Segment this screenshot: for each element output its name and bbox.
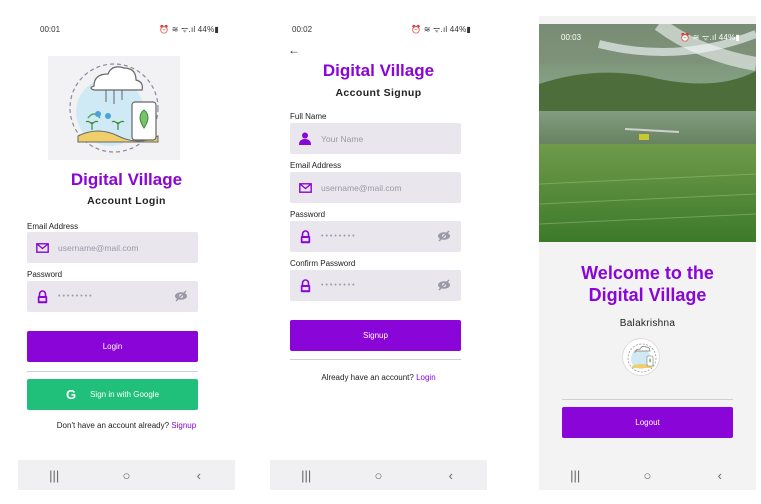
confirm-password-value: •••••••• — [321, 282, 357, 289]
email-field[interactable]: username@mail.com — [290, 172, 461, 203]
google-signin-label: Sign in with Google — [90, 390, 160, 399]
email-field[interactable]: username@mail.com — [27, 232, 198, 263]
android-nav-bar: ||| ○ ‹ — [18, 460, 235, 490]
mail-icon — [35, 241, 49, 255]
logout-button[interactable]: Logout — [562, 407, 733, 438]
status-icons: ⏰ ≋ ᯤ.ıl 44%▮ — [159, 24, 219, 34]
google-g-icon: G — [65, 387, 77, 402]
recents-button[interactable]: ||| — [555, 468, 595, 483]
farm-field-image — [539, 24, 756, 242]
lock-icon — [298, 229, 312, 244]
login-prompt: Already have an account? Login — [270, 373, 487, 382]
mail-icon — [298, 181, 312, 195]
status-icons: ⏰ ≋ ᯤ.ıl 44%▮ — [411, 24, 471, 34]
visibility-off-icon[interactable] — [437, 230, 451, 244]
password-field[interactable]: •••••••• — [27, 281, 198, 312]
signup-prompt: Don't have an account already? Signup — [18, 421, 235, 430]
login-prompt-text: Already have an account? — [321, 373, 414, 382]
back-button[interactable]: ‹ — [431, 468, 471, 483]
back-button[interactable]: ‹ — [700, 468, 740, 483]
user-avatar — [622, 338, 660, 376]
status-time: 00:03 — [561, 32, 582, 42]
status-bar: 00:03 ⏰ ≋ ᯤ.ıl 44%▮ — [539, 24, 756, 50]
avatar-logo-icon — [627, 343, 657, 373]
user-name: Balakrishna — [619, 318, 676, 329]
status-time: 00:02 — [292, 24, 313, 34]
recents-button[interactable]: ||| — [34, 468, 74, 483]
page-subtitle: Account Login — [87, 195, 166, 207]
app-title: Digital Village — [322, 61, 435, 80]
status-bar: 00:01 ⏰ ≋ ᯤ.ıl 44%▮ — [18, 16, 235, 42]
confirm-password-field[interactable]: •••••••• — [290, 270, 461, 301]
home-button[interactable]: ○ — [358, 468, 398, 483]
welcome-heading-line1: Welcome to the — [581, 263, 714, 283]
google-signin-button[interactable]: G Sign in with Google — [27, 379, 198, 410]
password-label: Password — [290, 210, 326, 219]
signup-screen: 00:02 ⏰ ≋ ᯤ.ıl 44%▮ ← Digital Village Ac… — [270, 16, 487, 490]
email-placeholder: username@mail.com — [321, 182, 402, 193]
login-link[interactable]: Login — [416, 373, 436, 382]
signup-button[interactable]: Signup — [290, 320, 461, 351]
visibility-off-icon[interactable] — [437, 279, 451, 293]
home-button[interactable]: ○ — [106, 468, 146, 483]
full-name-placeholder: Your Name — [321, 133, 364, 144]
android-nav-bar: ||| ○ ‹ — [539, 460, 756, 490]
welcome-heading-line2: Digital Village — [588, 285, 707, 305]
full-name-label: Full Name — [290, 112, 327, 121]
welcome-heading: Welcome to the Digital Village — [539, 262, 756, 306]
lock-icon — [298, 278, 312, 293]
status-time: 00:01 — [40, 24, 61, 34]
divider — [290, 359, 461, 360]
password-field[interactable]: •••••••• — [290, 221, 461, 252]
divider — [562, 399, 733, 400]
login-screen: 00:01 ⏰ ≋ ᯤ.ıl 44%▮ Digital Village Acco… — [18, 16, 235, 490]
email-label: Email Address — [27, 222, 79, 231]
recents-button[interactable]: ||| — [286, 468, 326, 483]
password-label: Password — [27, 270, 63, 279]
divider — [27, 371, 198, 372]
person-icon — [298, 132, 312, 146]
app-title: Digital Village — [70, 170, 183, 189]
digital-village-logo-icon — [69, 63, 159, 153]
back-arrow-icon[interactable]: ← — [288, 43, 300, 57]
confirm-password-label: Confirm Password — [290, 259, 356, 268]
email-label: Email Address — [290, 161, 342, 170]
email-placeholder: username@mail.com — [58, 242, 139, 253]
app-logo — [48, 56, 180, 160]
signup-prompt-text: Don't have an account already? — [56, 421, 170, 430]
status-icons: ⏰ ≋ ᯤ.ıl 44%▮ — [680, 32, 740, 42]
back-button[interactable]: ‹ — [179, 468, 219, 483]
visibility-off-icon[interactable] — [174, 290, 188, 304]
status-bar: 00:02 ⏰ ≋ ᯤ.ıl 44%▮ — [270, 16, 487, 42]
login-button[interactable]: Login — [27, 331, 198, 362]
welcome-screen: 00:03 ⏰ ≋ ᯤ.ıl 44%▮ Welcome to the Digit… — [539, 16, 756, 490]
page-subtitle: Account Signup — [335, 87, 422, 99]
password-value: •••••••• — [321, 233, 357, 240]
password-value: •••••••• — [58, 293, 94, 300]
full-name-field[interactable]: Your Name — [290, 123, 461, 154]
home-button[interactable]: ○ — [627, 468, 667, 483]
irrigated-field-photo-icon — [539, 24, 756, 242]
android-nav-bar: ||| ○ ‹ — [270, 460, 487, 490]
signup-link[interactable]: Signup — [171, 421, 196, 430]
lock-icon — [35, 289, 49, 304]
